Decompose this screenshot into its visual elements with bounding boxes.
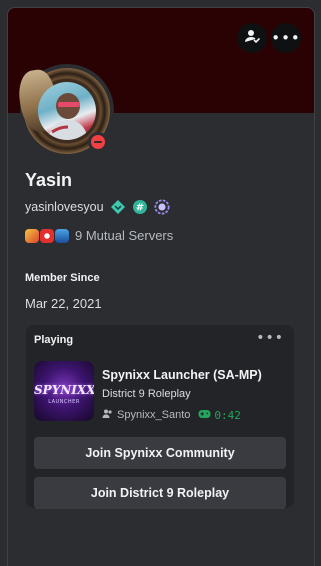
game-art: SPYNIXX LAUNCHER: [34, 361, 94, 421]
server-icon: [40, 228, 54, 243]
join-district-9-roleplay-button[interactable]: Join District 9 Roleplay: [34, 477, 286, 509]
display-name: Yasin: [25, 170, 73, 190]
add-friend-icon: [244, 28, 261, 48]
dnd-icon: [91, 135, 105, 149]
profile-popout: ••• Yasin yasinlovesyou # 9 Mutual Serve…: [7, 7, 315, 566]
status-indicator-dnd: [88, 132, 108, 152]
activity-more-icon[interactable]: •••: [256, 330, 284, 346]
game-title: Spynixx Launcher (SA-MP): [102, 368, 262, 382]
mutual-servers-row[interactable]: 9 Mutual Servers: [25, 228, 173, 243]
nitro-boost-icon[interactable]: [153, 199, 170, 215]
avatar-image: [38, 82, 96, 140]
server-icon: [25, 228, 39, 243]
mutual-servers-text[interactable]: 9 Mutual Servers: [75, 228, 173, 243]
add-friend-button[interactable]: [237, 23, 267, 53]
username-row: yasinlovesyou #: [25, 199, 170, 215]
join-spynixx-community-button[interactable]: Join Spynixx Community: [34, 437, 286, 469]
activity-header: Playing: [34, 334, 74, 346]
svg-text:#: #: [135, 203, 143, 214]
player-name: Spynixx_Santo: [117, 409, 191, 421]
member-since-date: Mar 22, 2021: [25, 296, 102, 311]
more-options-button[interactable]: •••: [271, 23, 301, 53]
game-logo: SPYNIXX: [34, 383, 94, 397]
activity-card: Playing ••• SPYNIXX LAUNCHER Spynixx Lau…: [26, 325, 294, 509]
game-meta: Spynixx_Santo 0:42: [102, 408, 241, 422]
hypesquad-balance-icon[interactable]: [110, 199, 126, 215]
elapsed-time: 0:42: [214, 408, 241, 422]
hashtag-icon[interactable]: #: [132, 199, 148, 215]
party-icon: [102, 408, 113, 422]
ellipsis-icon: •••: [271, 28, 301, 47]
username[interactable]: yasinlovesyou: [25, 200, 104, 214]
server-icon: [55, 228, 69, 243]
member-since-heading: Member Since: [25, 272, 100, 284]
game-logo-sub: LAUNCHER: [48, 399, 80, 405]
game-details: District 9 Roleplay: [102, 388, 191, 400]
gamepad-icon: [198, 409, 211, 422]
avatar[interactable]: [15, 64, 114, 158]
